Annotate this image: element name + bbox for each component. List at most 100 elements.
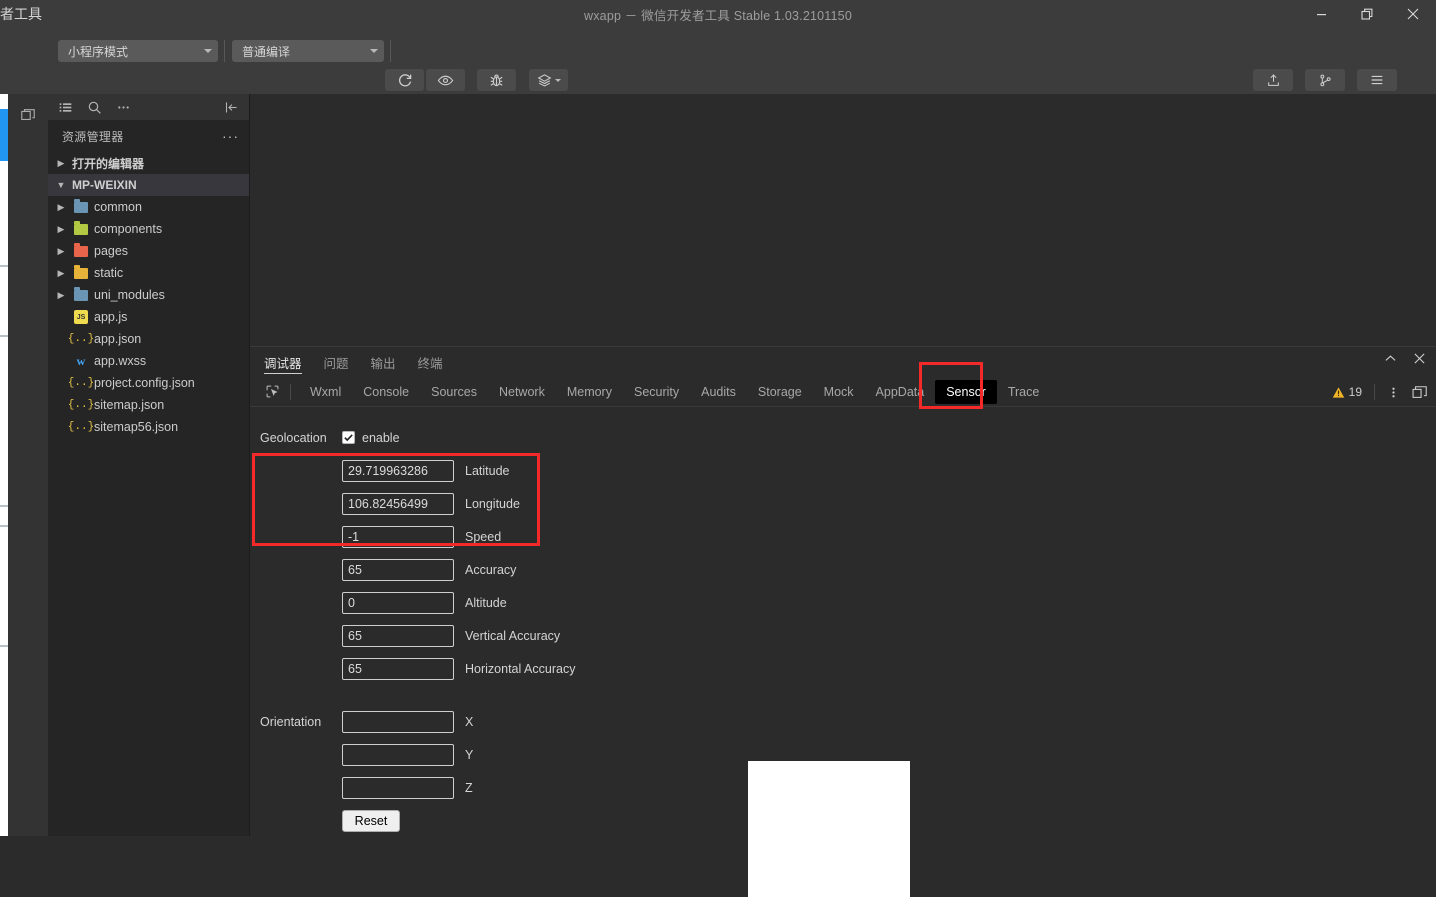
real-device-debug-button[interactable]	[477, 69, 516, 91]
devtools-tab-sources[interactable]: Sources	[420, 380, 488, 404]
orientation-z-input[interactable]	[342, 776, 454, 799]
warning-badge[interactable]: 19	[1332, 385, 1362, 399]
compile-button[interactable]	[385, 69, 424, 91]
tab-terminal[interactable]: 终端	[418, 347, 443, 377]
tab-problems[interactable]: 问题	[324, 347, 349, 377]
file-tree-item[interactable]: {..} project.config.json	[48, 372, 249, 394]
chevron-right-icon: ▶	[57, 245, 65, 256]
css-file-icon: w	[76, 353, 86, 368]
file-name: sitemap.json	[94, 398, 165, 412]
restore-icon[interactable]	[1344, 0, 1390, 28]
chevron-up-icon[interactable]	[1384, 352, 1397, 365]
collapse-panel-icon[interactable]	[224, 100, 239, 115]
devtools-tab-console[interactable]: Console	[352, 380, 420, 404]
file-name: static	[94, 266, 124, 280]
file-tree-item[interactable]: {..} sitemap56.json	[48, 416, 249, 438]
explorer-title: 资源管理器	[62, 129, 124, 144]
toolbar-divider	[390, 40, 391, 62]
section-open-editors[interactable]: ▶ 打开的编辑器	[48, 152, 249, 174]
mode-select-value: 小程序模式	[68, 44, 129, 59]
geolocation-altitude-input[interactable]	[342, 591, 454, 614]
title-bar: 者工具 wxapp － 微信开发者工具 Stable 1.03.2101150	[0, 0, 1436, 28]
devtools-tab-label: AppData	[875, 384, 925, 399]
compile-mode-select[interactable]: 普通编译	[232, 40, 384, 62]
window-controls	[1298, 0, 1436, 28]
devtools-tab-label: Trace	[1007, 384, 1040, 399]
devtools-tab-bar: Wxml Console Sources Network Memory Security A…	[250, 377, 1436, 407]
details-button[interactable]	[1357, 69, 1397, 91]
devtools-tab-mock[interactable]: Mock	[813, 380, 865, 404]
more-vertical-icon[interactable]	[1387, 385, 1400, 400]
more-icon[interactable]	[116, 100, 131, 115]
file-tree-item[interactable]: JS app.js	[48, 306, 249, 328]
panel-tab-bar: 调试器 问题 输出 终端	[250, 347, 1436, 377]
simulator-icon[interactable]	[8, 102, 48, 128]
reset-button[interactable]: Reset	[342, 809, 400, 832]
orientation-label: Orientation	[260, 714, 322, 729]
explorer-toolbar	[48, 94, 249, 120]
file-tree-item[interactable]: ▶ uni_modules	[48, 284, 249, 306]
devtools-tab-memory[interactable]: Memory	[556, 380, 623, 404]
geolocation-horizontal-accuracy-input[interactable]	[342, 657, 454, 680]
enable-label: enable	[362, 430, 400, 445]
warning-triangle-icon	[1332, 386, 1344, 398]
devtools-tab-audits[interactable]: Audits	[690, 380, 747, 404]
geolocation-vertical-accuracy-input[interactable]	[342, 624, 454, 647]
list-icon[interactable]	[58, 100, 73, 115]
file-tree-item[interactable]: {..} sitemap.json	[48, 394, 249, 416]
file-tree-item[interactable]: ▶ common	[48, 196, 249, 218]
javascript-file-icon: JS	[73, 309, 89, 325]
geolocation-longitude-input[interactable]	[342, 492, 454, 515]
geolocation-field-row: Vertical Accuracy	[250, 619, 1436, 652]
mode-select[interactable]: 小程序模式	[58, 40, 218, 62]
enable-checkbox[interactable]	[342, 431, 355, 444]
search-icon[interactable]	[87, 100, 102, 115]
geolocation-label: Geolocation	[260, 430, 327, 445]
file-tree-item[interactable]: {..} app.json	[48, 328, 249, 350]
close-panel-icon[interactable]	[1413, 352, 1426, 365]
devtools-tab-storage[interactable]: Storage	[747, 380, 813, 404]
orientation-x-input[interactable]	[342, 710, 454, 733]
geolocation-longitude-label: Longitude	[465, 496, 520, 511]
wechat-devtools-window: 者工具 wxapp － 微信开发者工具 Stable 1.03.2101150 …	[0, 0, 1436, 897]
preview-button[interactable]	[426, 69, 465, 91]
devtools-tab-trace[interactable]: Trace	[997, 380, 1051, 404]
dock-layout-icon[interactable]	[1412, 385, 1428, 400]
geolocation-speed-input[interactable]	[342, 525, 454, 548]
clear-cache-button[interactable]	[529, 69, 568, 91]
orientation-z-label: Z	[465, 780, 473, 795]
explorer-more-icon[interactable]: ···	[222, 128, 239, 144]
devtools-divider	[1374, 384, 1375, 400]
geolocation-field-row: Horizontal Accuracy	[250, 652, 1436, 685]
geolocation-accuracy-input[interactable]	[342, 558, 454, 581]
devtools-tab-security[interactable]: Security	[623, 380, 690, 404]
file-tree-item[interactable]: ▶ components	[48, 218, 249, 240]
devtools-tab-appdata[interactable]: AppData	[865, 380, 936, 404]
minimize-icon[interactable]	[1298, 0, 1344, 28]
devtools-tab-label: Mock	[823, 384, 854, 399]
devtools-tab-network[interactable]: Network	[488, 380, 556, 404]
devtools-tab-label: Wxml	[310, 384, 342, 399]
folder-icon	[73, 220, 89, 237]
devtools-tab-wxml[interactable]: Wxml	[299, 380, 352, 404]
section-mp-weixin-label: MP-WEIXIN	[72, 178, 137, 192]
close-icon[interactable]	[1390, 0, 1436, 28]
file-tree-item[interactable]: ▶ pages	[48, 240, 249, 262]
tab-output[interactable]: 输出	[371, 347, 396, 377]
file-name: project.config.json	[94, 376, 195, 390]
file-tree-item[interactable]: ▶ static	[48, 262, 249, 284]
version-management-button[interactable]	[1305, 69, 1345, 91]
tab-debugger[interactable]: 调试器	[264, 347, 302, 377]
file-tree-item[interactable]: w app.wxss	[48, 350, 249, 372]
section-mp-weixin[interactable]: ▼ MP-WEIXIN	[48, 174, 249, 196]
geolocation-vertical-accuracy-label: Vertical Accuracy	[465, 628, 561, 643]
devtools-tab-label: Storage	[757, 384, 802, 399]
inspect-element-icon[interactable]	[260, 381, 284, 403]
file-name: app.js	[94, 310, 128, 324]
devtools-tab-label: Sources	[431, 384, 477, 399]
orientation-y-input[interactable]	[342, 743, 454, 766]
upload-button[interactable]	[1253, 69, 1293, 91]
geolocation-enable-toggle[interactable]: enable	[342, 431, 400, 445]
geolocation-latitude-input[interactable]	[342, 459, 454, 482]
devtools-tab-sensor[interactable]: Sensor	[935, 379, 997, 404]
